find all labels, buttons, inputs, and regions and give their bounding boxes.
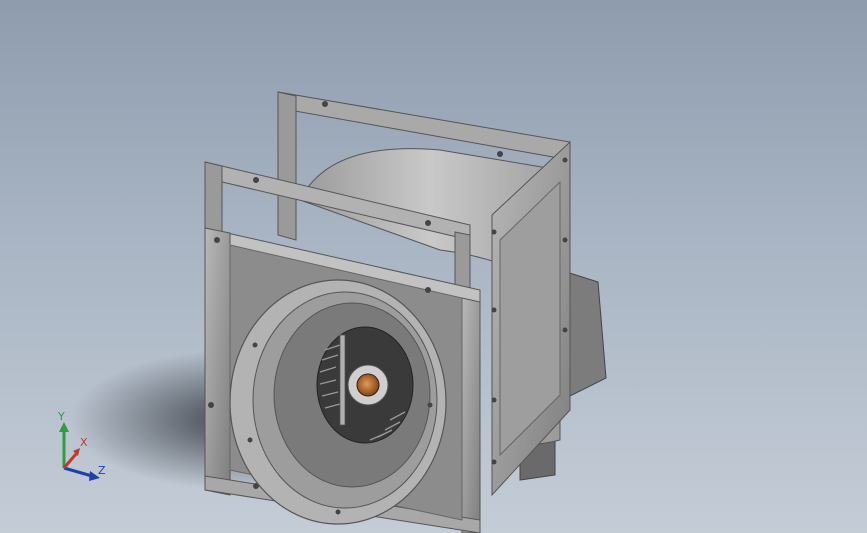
axis-triad[interactable]: Y X Z: [40, 410, 120, 490]
axis-label-y: Y: [58, 410, 65, 423]
centrifugal-fan-model[interactable]: [0, 0, 867, 533]
triad-graphic: [59, 422, 100, 481]
impeller[interactable]: [316, 326, 414, 444]
hub-bearing[interactable]: [356, 373, 380, 397]
axis-label-z: Z: [98, 464, 106, 477]
3d-viewport[interactable]: Y X Z: [0, 0, 867, 533]
axis-label-x: X: [80, 436, 88, 449]
